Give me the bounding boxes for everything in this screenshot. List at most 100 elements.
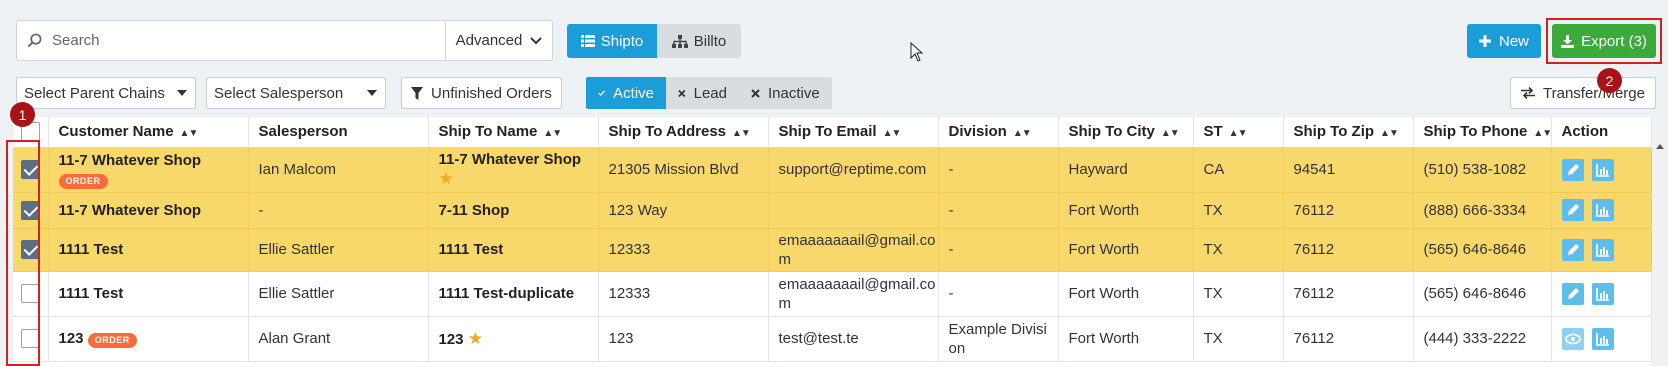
sort-icon: ▲▼ [179,128,199,140]
table-row[interactable]: 1111 Test Ellie Sattler 1111 Test 12333 … [13,228,1652,272]
search-input[interactable] [52,32,412,49]
ship-to-email: emaaaaaaail@gmail.co m [768,271,939,317]
table-row[interactable]: 11-7 Whatever Shop ORDER Ian Malcom 11-7 … [13,147,1652,193]
division: - [938,271,1059,317]
sort-icon: ▲▼ [732,128,751,140]
customer-name[interactable]: 11-7 Whatever Shop [59,201,238,220]
ship-to-name[interactable]: 1111 Test-duplicate [439,284,588,303]
chart-icon[interactable] [1591,282,1614,305]
ship-to-phone: (444) 333-2222 [1413,316,1552,362]
ship-to-name[interactable]: 7-11 Shop [439,201,588,220]
ship-to-city: Fort Worth [1058,192,1194,229]
edit-icon[interactable] [1561,158,1584,181]
ship-to-email [768,192,939,229]
ship-to-email: test@test.te [768,316,939,362]
customer-name[interactable]: 11-7 Whatever Shop [59,151,238,170]
table-row[interactable]: 11-7 Whatever Shop - 7-11 Shop 123 Way -… [13,192,1652,229]
chart-icon[interactable] [1591,199,1614,221]
status-lead-label: Lead [693,84,727,102]
status-active-toggle[interactable]: Active [586,77,666,109]
ship-to-phone: (565) 646-8646 [1413,271,1552,317]
table-scrollbar[interactable] [1652,140,1668,366]
ship-to-phone: (565) 646-8646 [1413,228,1552,272]
chart-icon[interactable] [1591,327,1614,350]
salesperson: - [248,192,429,229]
ship-to-zip: 76112 [1283,228,1414,272]
sitemap-icon [671,34,688,48]
unfinished-orders-label: Unfinished Orders [431,84,552,102]
transfer-merge-label: Transfer/Merge [1543,84,1645,102]
table-row[interactable]: 123 ORDER Alan Grant 123 ★ 123 test@test… [13,316,1652,362]
ship-to-city: Fort Worth [1058,228,1194,272]
col-division[interactable]: Division ▲▼ [938,117,1059,148]
checkbox-highlight-box [6,140,40,366]
advanced-search-button[interactable]: Advanced [445,20,553,61]
exchange-icon [1521,87,1535,99]
check-icon [598,90,605,96]
salesperson-select[interactable]: Select Salesperson [206,77,386,109]
col-ship-to-city[interactable]: Ship To City ▲▼ [1058,117,1194,148]
customer-name[interactable]: 1111 Test [59,240,238,259]
customer-name[interactable]: 1111 Test [59,284,238,303]
parent-chains-placeholder: Select Parent Chains [24,84,165,102]
col-customer-name[interactable]: Customer Name ▲▼ [48,117,249,148]
division: - [938,228,1059,272]
caret-down-icon [177,90,187,96]
col-ship-to-name[interactable]: Ship To Name ▲▼ [428,117,599,148]
col-ship-to-phone[interactable]: Ship To Phone ▲▼ [1413,117,1552,148]
sort-icon: ▲▼ [882,128,902,140]
star-icon: ★ [467,328,483,348]
salesperson: Ian Malcom [248,147,429,193]
ship-to-zip: 76112 [1283,192,1414,229]
ship-to-city: Hayward [1058,147,1194,193]
chevron-down-icon [530,36,543,44]
transfer-merge-button[interactable]: Transfer/Merge [1510,77,1656,109]
division: - [938,147,1059,193]
ship-to-phone: (888) 666-3334 [1413,192,1552,229]
ship-to-name[interactable]: 123 [439,331,464,348]
salesperson-placeholder: Select Salesperson [214,84,344,102]
search-field[interactable] [16,20,445,61]
edit-icon[interactable] [1561,282,1584,305]
chart-icon[interactable] [1591,158,1614,181]
status-inactive-toggle[interactable]: Inactive [739,77,832,109]
shipto-toggle[interactable]: Shipto [567,24,657,58]
ship-to-email: support@reptime.com [768,147,939,193]
ship-to-address: 12333 [598,271,769,317]
division: Example Divisi on [938,316,1059,362]
edit-icon[interactable] [1561,238,1584,261]
ship-to-email: emaaaaaaail@gmail.co m [768,228,939,272]
billto-label: Billto [693,32,727,50]
chart-icon[interactable] [1591,238,1614,261]
new-button[interactable]: New [1467,24,1541,58]
ship-to-phone: (510) 538-1082 [1413,147,1552,193]
scroll-up-icon[interactable] [1652,140,1668,154]
unfinished-orders-button[interactable]: Unfinished Orders [401,77,562,109]
list-icon [580,35,595,47]
sort-icon: ▲▼ [1533,128,1552,140]
ship-to-zip: 94541 [1283,147,1414,193]
col-ship-to-email[interactable]: Ship To Email ▲▼ [768,117,939,148]
ship-to-name[interactable]: 1111 Test [439,240,588,259]
ship-to-address: 12333 [598,228,769,272]
state: TX [1193,192,1284,229]
col-ship-to-zip[interactable]: Ship To Zip ▲▼ [1283,117,1414,148]
billto-toggle[interactable]: Billto [657,24,741,58]
ship-to-name[interactable]: 11-7 Whatever Shop [439,150,588,169]
table-header-row: Customer Name ▲▼ Salesperson Ship To Name… [13,117,1652,148]
parent-chains-select[interactable]: Select Parent Chains [16,77,196,109]
state: TX [1193,271,1284,317]
division: - [938,192,1059,229]
ship-to-city: Fort Worth [1058,271,1194,317]
status-lead-toggle[interactable]: Lead [666,77,739,109]
caret-down-icon [367,90,377,96]
col-ship-to-address[interactable]: Ship To Address ▲▼ [598,117,769,148]
customer-name[interactable]: 123 [59,330,84,347]
edit-icon[interactable] [1561,199,1584,221]
view-icon[interactable] [1561,327,1584,350]
table-row[interactable]: 1111 Test Ellie Sattler 1111 Test-duplic… [13,271,1652,317]
col-st[interactable]: ST ▲▼ [1193,117,1284,148]
sort-icon: ▲▼ [1012,128,1032,140]
state: CA [1193,147,1284,193]
ship-to-address: 123 Way [598,192,769,229]
